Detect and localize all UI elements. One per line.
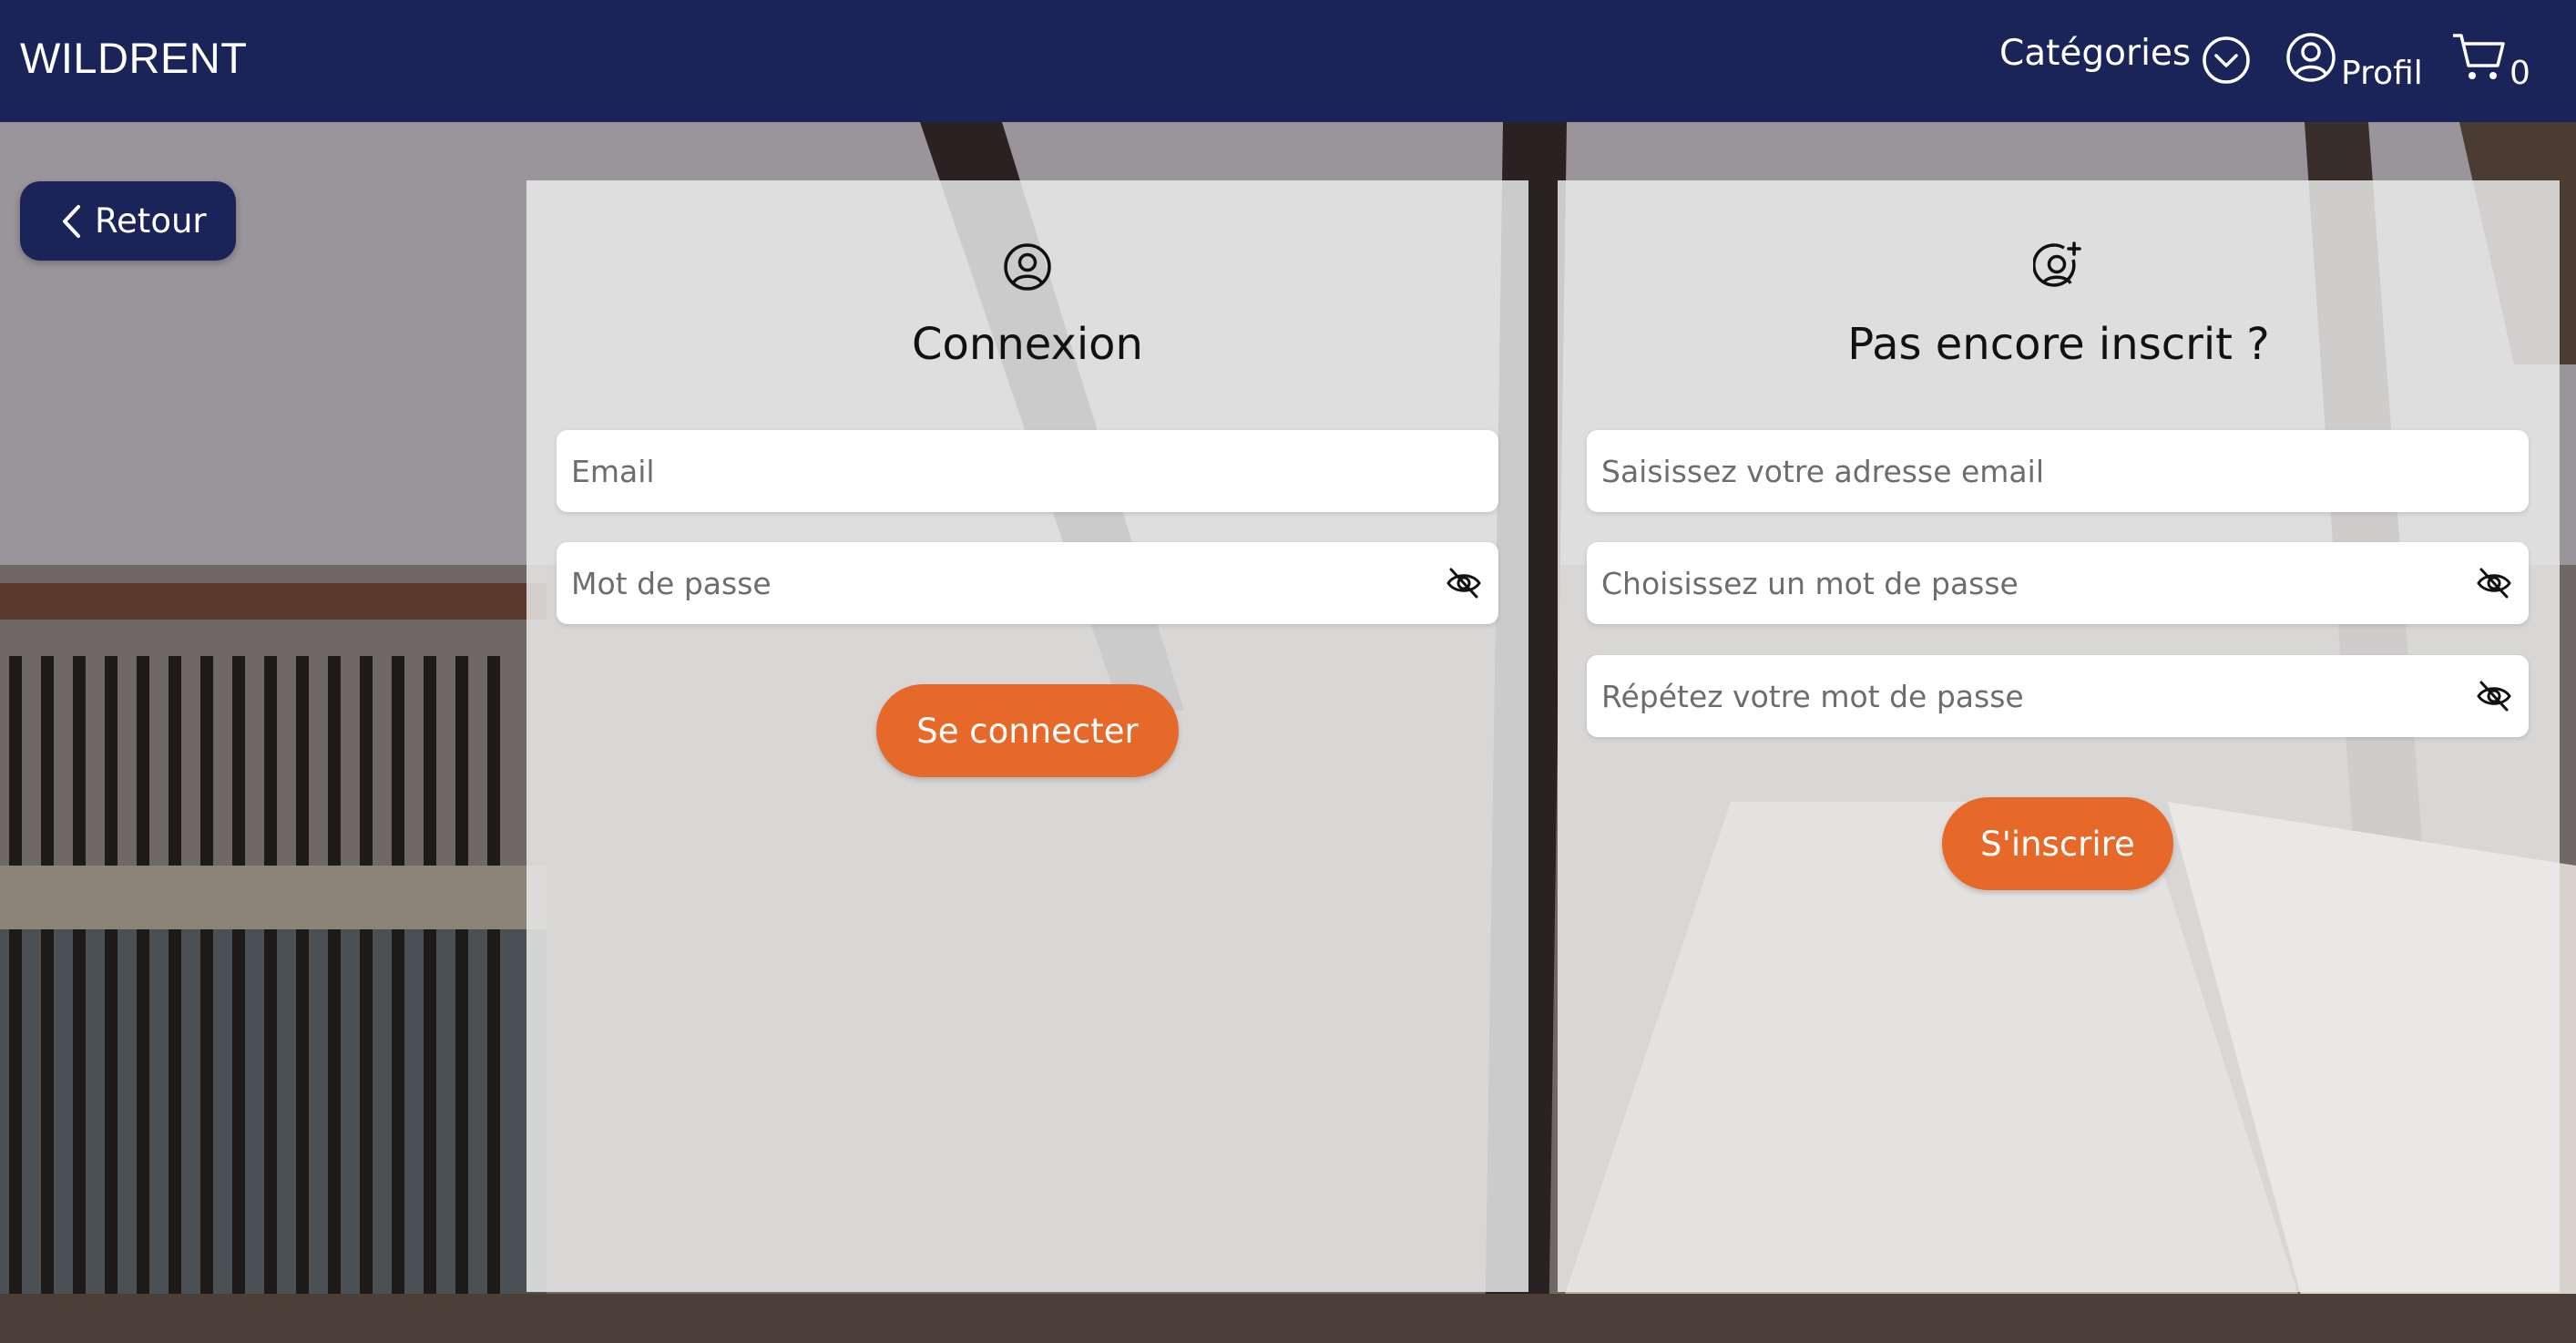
login-email-input[interactable] (557, 430, 1391, 512)
login-submit-button[interactable]: Se connecter (876, 684, 1179, 777)
back-button[interactable]: Retour (20, 181, 236, 261)
eye-off-icon[interactable] (2476, 680, 2512, 713)
signup-confirm-password-input[interactable] (1587, 655, 2421, 737)
categories-menu-label[interactable]: Catégories (1999, 33, 2191, 74)
signup-title: Pas encore inscrit ? (1847, 319, 2270, 370)
user-circle-icon[interactable] (2285, 31, 2337, 84)
signup-password-field (1587, 542, 2529, 624)
profile-link[interactable]: Profil (2341, 55, 2423, 92)
back-button-label: Retour (95, 201, 207, 241)
signup-email-input[interactable] (1587, 430, 2421, 512)
login-password-field (557, 542, 1498, 624)
chevron-left-icon (63, 204, 80, 238)
signup-confirm-password-field (1587, 655, 2529, 737)
user-circle-icon (1004, 243, 1051, 291)
signup-submit-button[interactable]: S'inscrire (1942, 797, 2173, 890)
signup-email-field (1587, 430, 2529, 512)
cart-count-badge: 0 (2510, 55, 2530, 92)
signup-password-input[interactable] (1587, 542, 2421, 624)
eye-off-icon[interactable] (2476, 567, 2512, 600)
eye-off-icon[interactable] (1446, 567, 1482, 600)
chevron-down-circle-icon[interactable] (2201, 35, 2252, 86)
login-email-field (557, 430, 1498, 512)
brand-logo[interactable]: WILDRENT (20, 33, 247, 83)
user-plus-icon (2033, 241, 2081, 287)
login-title: Connexion (912, 319, 1143, 370)
cart-icon[interactable] (2450, 31, 2507, 84)
login-password-input[interactable] (557, 542, 1391, 624)
navbar: WILDRENT Catégories Profil 0 (0, 0, 2576, 122)
